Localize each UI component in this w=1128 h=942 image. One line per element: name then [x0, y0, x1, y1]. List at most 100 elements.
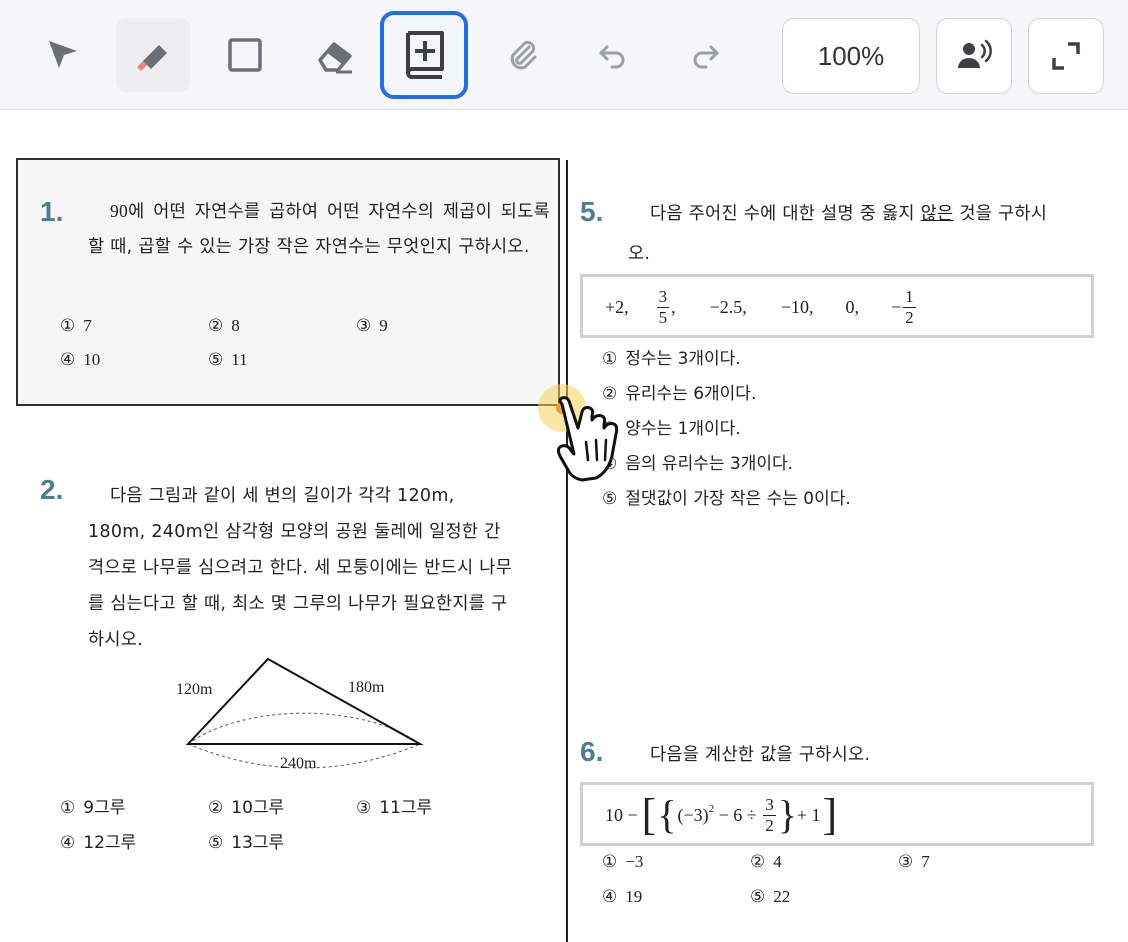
- option[interactable]: ④ 19: [602, 887, 642, 907]
- zoom-button[interactable]: 100%: [782, 18, 920, 94]
- numerator: 3: [763, 794, 776, 816]
- fraction: 32: [763, 795, 776, 836]
- column-divider: [566, 160, 568, 942]
- rectangle-tool-button[interactable]: [208, 18, 282, 92]
- option-mark: ①: [60, 798, 76, 818]
- option[interactable]: ① 9그루: [60, 793, 125, 818]
- option[interactable]: ②8: [208, 316, 240, 336]
- pen-icon: [137, 45, 167, 71]
- option-text: 7: [921, 852, 930, 871]
- figure-label-right: 180m: [348, 679, 385, 696]
- expression-box: 10 − [ { (−3) 2 − 6 ÷ 32 } + 1 ]: [580, 782, 1094, 846]
- option-mark: ⑤: [208, 833, 224, 853]
- option[interactable]: ⑤ 13그루: [208, 828, 284, 853]
- attach-button[interactable]: [486, 18, 560, 92]
- redo-button[interactable]: [668, 18, 742, 92]
- figure-label-bottom: 240m: [280, 755, 317, 772]
- option-text: −3: [625, 852, 644, 871]
- option-text: 4: [773, 852, 782, 871]
- question-text: 90에 어떤 자연수를 곱하여 어떤 자연수의 제곱이 되도록 할 때, 곱할 …: [88, 194, 550, 265]
- redo-icon: [693, 45, 719, 69]
- q2-line: 다음 그림과 같이 세 변의 길이가 각각 120m,: [110, 486, 455, 506]
- select-tool-button[interactable]: [26, 18, 100, 92]
- expr-part: 10 −: [605, 804, 638, 825]
- option[interactable]: ④ 10: [60, 350, 100, 370]
- question-text: 다음 주어진 수에 대한 설명 중 옳지 않은 것을 구하시 오.: [628, 194, 1098, 274]
- option[interactable]: ③7: [898, 852, 930, 872]
- bracket-open: [: [641, 790, 657, 839]
- option-mark: ③: [356, 316, 372, 336]
- option[interactable]: ②4: [750, 852, 782, 872]
- read-aloud-button[interactable]: [936, 18, 1012, 94]
- option-mark: ③: [356, 798, 372, 818]
- option-mark: ⑤: [208, 350, 224, 370]
- option-text: 12그루: [83, 833, 137, 853]
- undo-button[interactable]: [576, 18, 650, 92]
- select-arrow-icon: [49, 41, 77, 68]
- q2-line: 180m, 240m인 삼각형 모양의 공원 둘레에 일정한 간: [88, 522, 501, 542]
- option-text: 13그루: [231, 833, 285, 853]
- option[interactable]: ④ 12그루: [60, 828, 136, 853]
- expr-part: − 6 ÷: [714, 804, 762, 825]
- eraser-tool-button[interactable]: [298, 18, 372, 92]
- option-mark: ①: [602, 852, 618, 872]
- option[interactable]: ⑤ 11: [208, 350, 248, 370]
- option[interactable]: ①7: [60, 316, 92, 336]
- speaker-person-icon: [958, 39, 992, 68]
- option-text: 10그루: [231, 798, 285, 818]
- option-mark: ④: [60, 350, 76, 370]
- q1-value: 90: [110, 201, 129, 221]
- given-value: 0,: [845, 296, 859, 317]
- option-mark: ②: [208, 798, 224, 818]
- option[interactable]: ① 정수는 3개이다.: [602, 344, 741, 369]
- add-page-button[interactable]: [380, 11, 468, 99]
- given-numbers: +2, 35 , −2.5, −10, 0, − 12: [605, 285, 918, 329]
- brace-open: {: [657, 792, 677, 837]
- option-mark: ③: [898, 852, 914, 872]
- option[interactable]: ⑤ 22: [750, 887, 790, 907]
- option[interactable]: ① −3: [602, 852, 643, 872]
- option-text: 정수는 3개이다.: [625, 349, 741, 369]
- given-value: −10,: [780, 296, 814, 317]
- fullscreen-button[interactable]: [1028, 18, 1104, 94]
- q2-line: 를 심는다고 할 때, 최소 몇 그루의 나무가 필요한지를 구: [88, 594, 508, 614]
- rectangle-icon: [228, 38, 262, 72]
- question-number: 6.: [580, 736, 604, 767]
- question-number: 2.: [40, 474, 64, 505]
- expand-icon: [1052, 42, 1080, 70]
- given-numbers-box: +2, 35 , −2.5, −10, 0, − 12: [580, 274, 1094, 338]
- option[interactable]: ③ 11그루: [356, 793, 432, 818]
- question-number: 1.: [40, 196, 64, 227]
- given-value: −2.5,: [709, 296, 747, 317]
- option-text: 절댓값이 가장 작은 수는 0이다.: [625, 489, 851, 509]
- option-mark: ④: [602, 887, 618, 907]
- fraction: 12: [903, 287, 916, 328]
- zoom-level: 100%: [817, 40, 885, 71]
- denominator: 2: [765, 815, 774, 835]
- brace-close: }: [777, 792, 797, 837]
- option[interactable]: ② 10그루: [208, 793, 284, 818]
- option-mark: ④: [60, 833, 76, 853]
- q5-text: 다음 주어진 수에 대한 설명 중 옳지: [650, 204, 921, 224]
- fraction: 35: [656, 286, 670, 328]
- eraser-icon: [318, 42, 352, 74]
- expression: 10 − [ { (−3) 2 − 6 ÷ 32 } + 1 ]: [605, 791, 837, 839]
- option-text: 음의 유리수는 3개이다.: [625, 454, 794, 474]
- option-text: 11그루: [379, 798, 433, 818]
- q2-line: 격으로 나무를 심으려고 한다. 세 모퉁이에는 반드시 나무: [88, 558, 513, 578]
- pen-tool-button[interactable]: [116, 18, 190, 92]
- option-text: 22: [773, 887, 791, 906]
- numerator: 1: [903, 286, 916, 308]
- option-text: 9그루: [83, 798, 126, 818]
- numerator: 3: [656, 286, 670, 308]
- option-mark: ①: [602, 349, 618, 369]
- q1-text: 에 어떤 자연수를 곱하여 어떤 자연수의 제곱이 되도록 할 때, 곱할 수 …: [88, 202, 550, 257]
- option-text: 10: [83, 350, 101, 369]
- given-value: −: [890, 296, 902, 317]
- option[interactable]: ③9: [356, 316, 388, 336]
- option-mark: ①: [60, 316, 76, 336]
- option-text: 7: [83, 316, 92, 335]
- exponent: 2: [708, 803, 715, 815]
- question-text: 다음을 계산한 값을 구하시오.: [650, 745, 871, 765]
- question-text: 다음 그림과 같이 세 변의 길이가 각각 120m, 180m, 240m인 …: [88, 478, 550, 658]
